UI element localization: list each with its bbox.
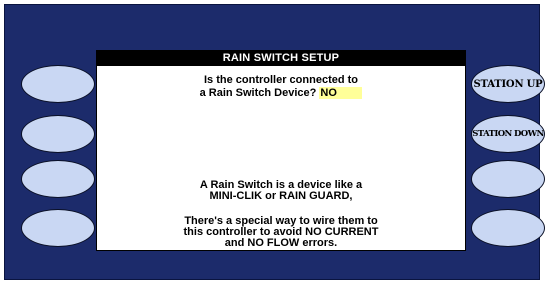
station-down-button[interactable]: STATION DOWN [471,115,545,153]
wiring-note: There's a special way to wire them to th… [97,216,465,249]
station-down-label: STATION DOWN [472,129,544,139]
question-line-1: Is the controller connected to [203,74,359,86]
question-line-2-text: a Rain Switch Device? [199,87,317,99]
info-line-5: and NO FLOW errors. [224,237,338,249]
question-line-2: a Rain Switch Device? NO [97,87,465,100]
left-softkey-4[interactable] [21,209,95,247]
rain-switch-description: A Rain Switch is a device like a MINI-CL… [97,180,465,202]
left-softkey-2[interactable] [21,115,95,153]
info-line-2: MINI-CLIK or RAIN GUARD, [209,190,353,202]
rain-switch-question: Is the controller connected to a Rain Sw… [97,74,465,100]
station-up-label: STATION UP [473,78,543,90]
right-softkey-3[interactable] [471,160,545,198]
left-softkey-1[interactable] [21,65,95,103]
left-softkey-3[interactable] [21,160,95,198]
rain-switch-answer-field[interactable]: NO [319,87,363,99]
right-softkey-4[interactable] [471,209,545,247]
controller-panel: STATION UP STATION DOWN RAIN SWITCH SETU… [4,4,545,280]
station-up-button[interactable]: STATION UP [471,65,545,103]
display-screen: RAIN SWITCH SETUP Is the controller conn… [96,50,466,251]
screen-title: RAIN SWITCH SETUP [97,51,465,66]
